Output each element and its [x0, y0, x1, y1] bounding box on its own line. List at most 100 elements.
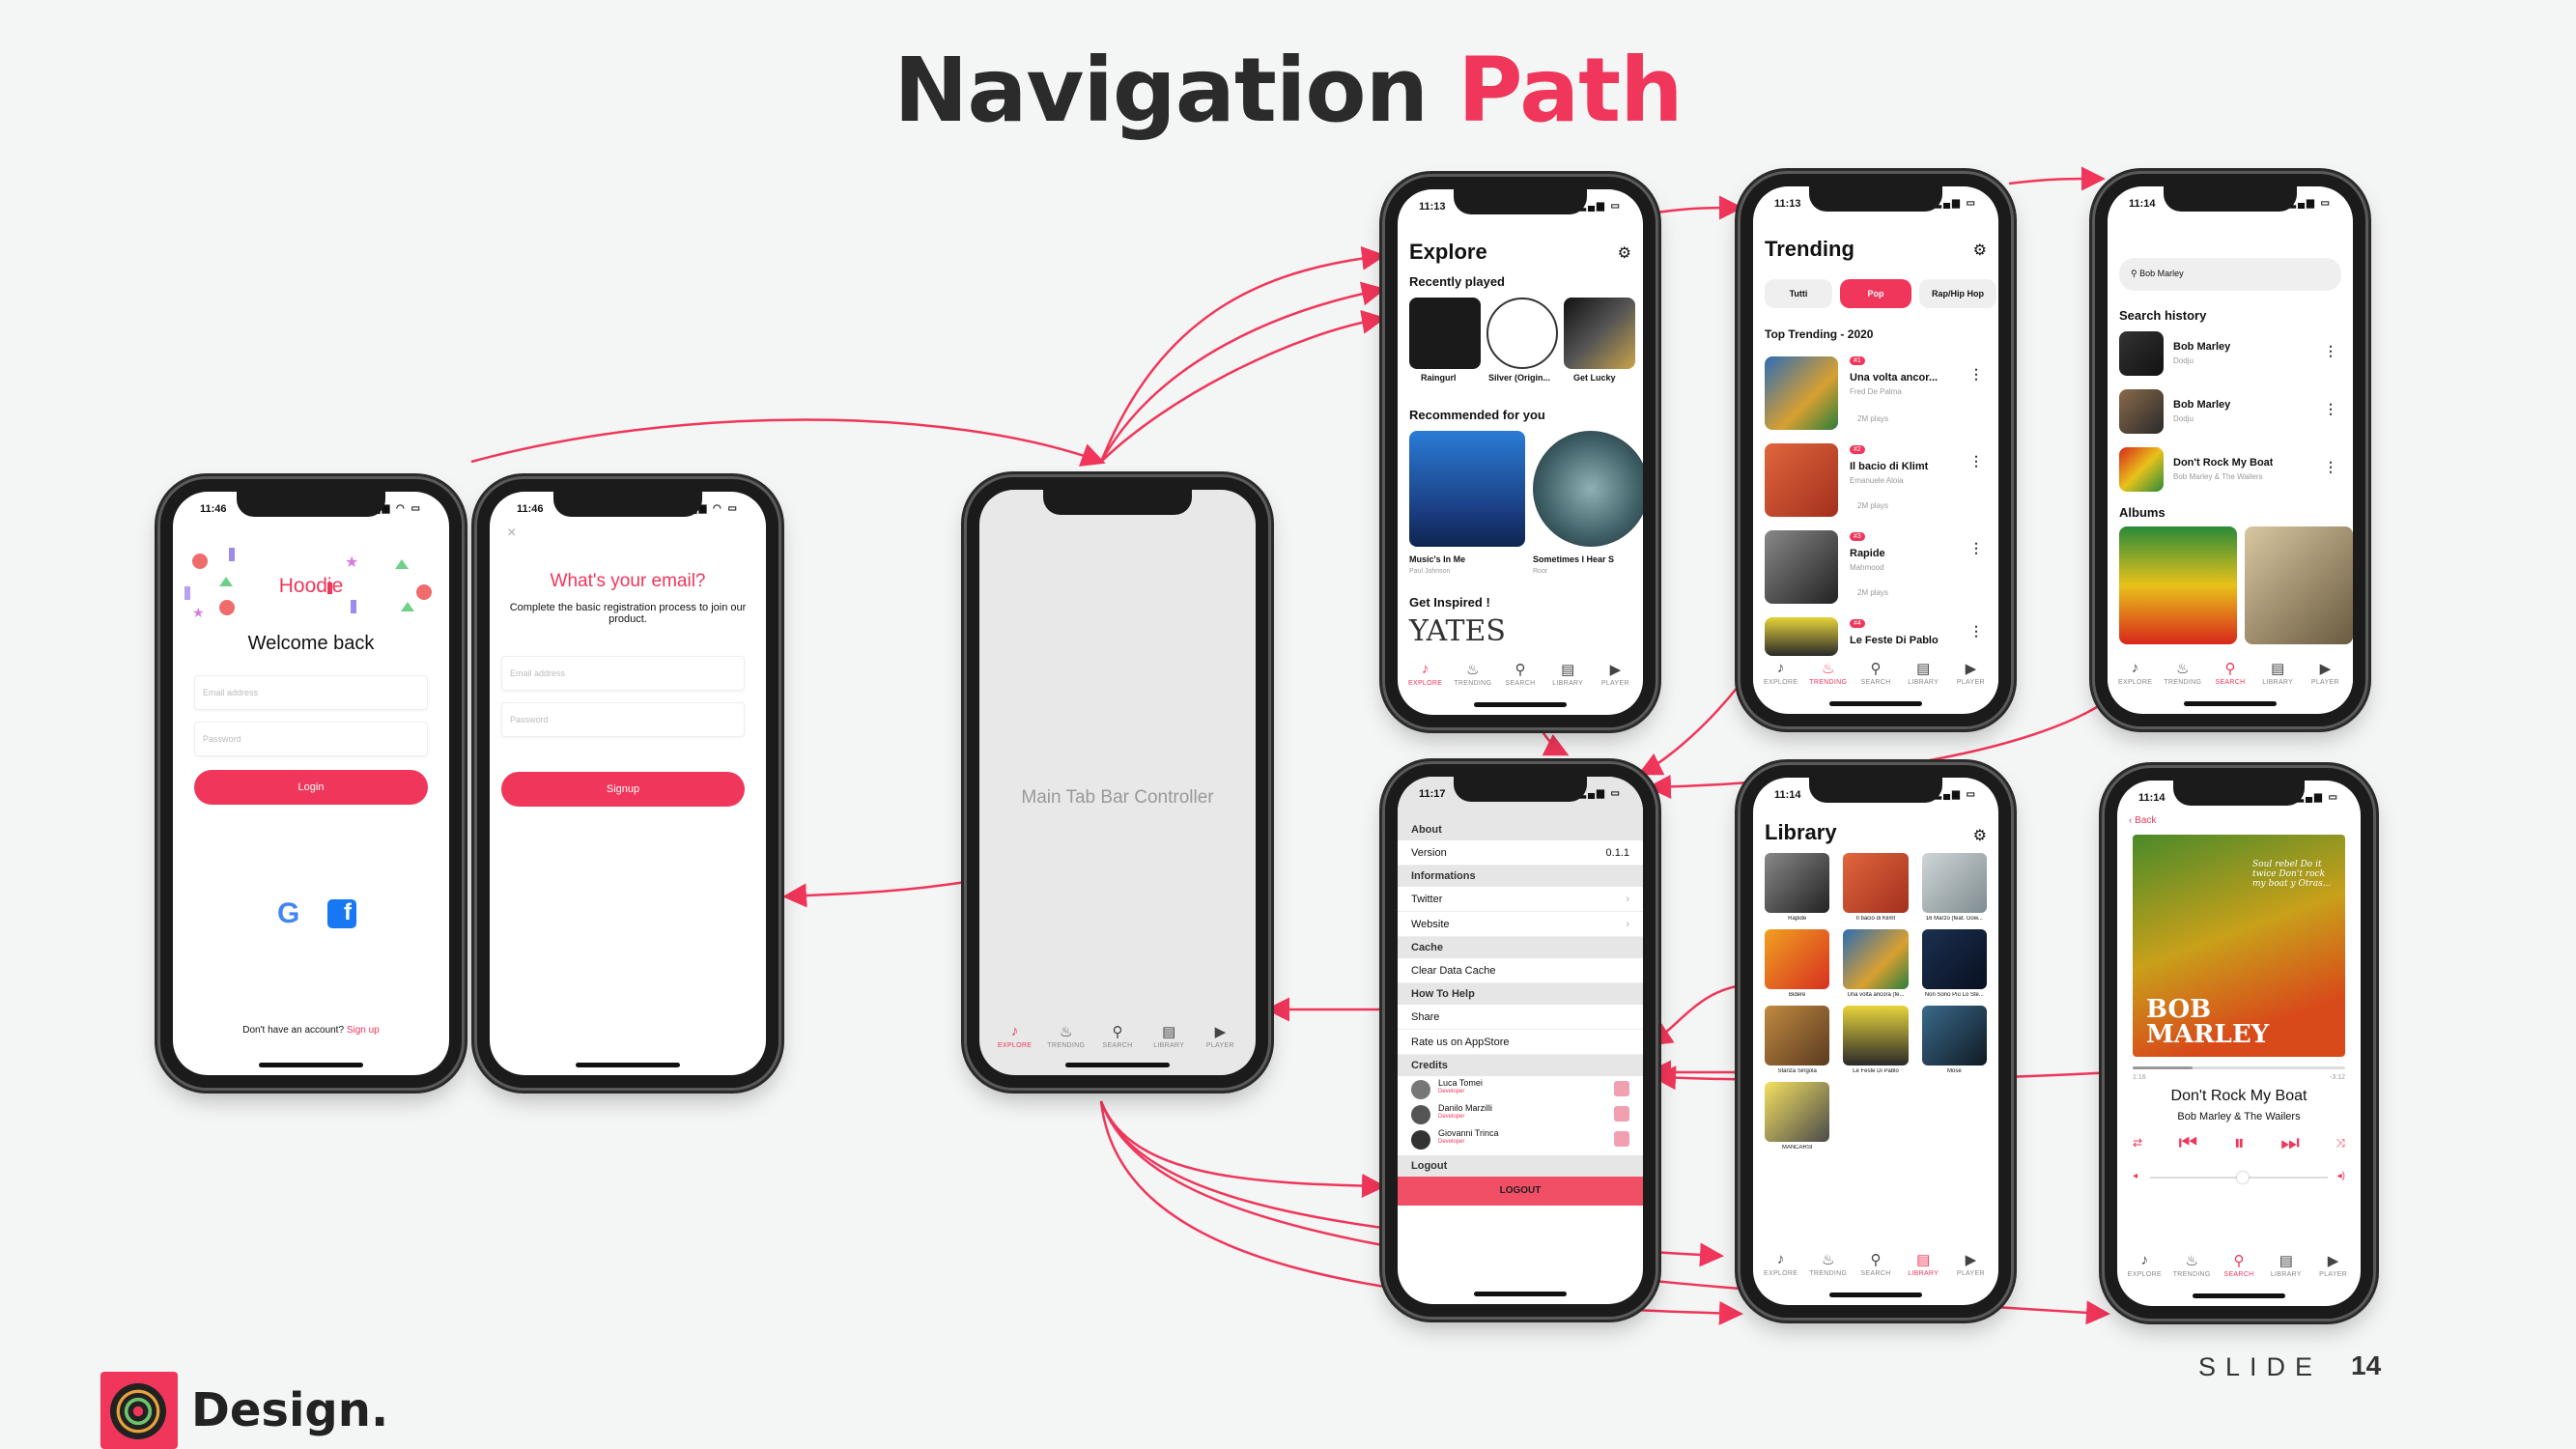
shuffle-icon[interactable]: ⤨	[2335, 1136, 2345, 1151]
tab-library[interactable]: ▤ LIBRARY	[2265, 1252, 2307, 1278]
tab-search[interactable]: ⚲ SEARCH	[2218, 1252, 2260, 1278]
row-rate[interactable]: Rate us on AppStore	[1398, 1030, 1643, 1055]
signup-button[interactable]: Signup	[501, 772, 745, 807]
gear-icon[interactable]: ⚙	[1973, 241, 1987, 260]
row-website[interactable]: Website ›	[1398, 912, 1643, 937]
chip-tutti[interactable]: Tutti	[1765, 279, 1832, 308]
album-cover-2[interactable]	[2245, 526, 2353, 644]
library-item[interactable]: Il bacio di Klimt	[1843, 853, 1909, 922]
recent-cover-3[interactable]	[1564, 298, 1635, 369]
tab-player[interactable]: ▶ PLAYER	[2304, 660, 2346, 686]
chip-rap[interactable]: Rap/Hip Hop	[1919, 279, 1996, 308]
recent-cover-2[interactable]	[1486, 298, 1558, 369]
library-item[interactable]: MANCARSI	[1765, 1082, 1830, 1151]
library-item[interactable]: Rapide	[1765, 853, 1830, 922]
tab-explore[interactable]: ♪ EXPLORE	[1404, 661, 1447, 687]
signup-password-field[interactable]: Password	[501, 702, 745, 737]
history-cover-1[interactable]	[2119, 331, 2164, 376]
pause-icon[interactable]: ⏸	[2234, 1130, 2245, 1155]
credit-row[interactable]: Luca Tomei Developer	[1411, 1078, 1629, 1101]
tab-explore[interactable]: ♪ EXPLORE	[1760, 660, 1802, 686]
volume-knob[interactable]	[2236, 1172, 2249, 1183]
more-icon[interactable]: ⋮	[1969, 540, 1983, 556]
library-item[interactable]: Non Sono Più Lo Ste...	[1921, 929, 1987, 998]
tab-trending[interactable]: ♨ TRENDING	[1807, 660, 1850, 686]
tab-search[interactable]: ⚲ SEARCH	[1499, 661, 1542, 687]
album-cover-1[interactable]	[2119, 526, 2237, 644]
progress-track[interactable]	[2133, 1066, 2345, 1069]
tab-player[interactable]: ▶ PLAYER	[1949, 1251, 1992, 1277]
trending-cover-3[interactable]	[1765, 530, 1838, 604]
tab-library[interactable]: ▤ LIBRARY	[1902, 1251, 1944, 1277]
tab-explore[interactable]: ♪ EXPLORE	[2114, 660, 2157, 686]
tab-explore[interactable]: ♪ EXPLORE	[2123, 1252, 2166, 1278]
history-cover-3[interactable]	[2119, 447, 2164, 492]
row-twitter[interactable]: Twitter ›	[1398, 887, 1643, 912]
tab-library[interactable]: ▤ LIBRARY	[1902, 660, 1944, 686]
credit-row[interactable]: Danilo Marzilli Developer	[1411, 1103, 1629, 1126]
tab-search[interactable]: ⚲ SEARCH	[1096, 1023, 1139, 1049]
row-clear-cache[interactable]: Clear Data Cache	[1398, 958, 1643, 983]
google-icon[interactable]: G	[277, 897, 299, 930]
trending-cover-4[interactable]	[1765, 617, 1838, 656]
next-icon[interactable]: ⏭	[2280, 1130, 2300, 1155]
library-item[interactable]: Stanza Singola	[1765, 1006, 1830, 1074]
tab-player[interactable]: ▶ PLAYER	[2312, 1252, 2355, 1278]
back-button[interactable]: ‹ Back	[2129, 815, 2156, 826]
more-icon[interactable]: ⋮	[1969, 453, 1983, 469]
inspired-banner[interactable]: YATES	[1409, 614, 1506, 648]
library-item[interactable]: Una volta ancora (fe...	[1843, 929, 1909, 998]
tab-library[interactable]: ▤ LIBRARY	[2256, 660, 2299, 686]
tab-trending[interactable]: ♨ TRENDING	[2162, 660, 2204, 686]
trending-cover-1[interactable]	[1765, 356, 1838, 430]
close-icon[interactable]: ×	[507, 525, 516, 542]
trending-cover-2[interactable]	[1765, 443, 1838, 517]
library-item[interactable]: Le Feste Di Pablo	[1843, 1006, 1909, 1074]
github-icon[interactable]	[1614, 1131, 1629, 1147]
volume-slider[interactable]	[2150, 1172, 2328, 1183]
library-item[interactable]: Bidere	[1765, 929, 1830, 998]
rec-cover-2[interactable]	[1533, 431, 1643, 547]
signup-link[interactable]: Sign up	[347, 1025, 380, 1036]
chip-pop[interactable]: Pop	[1840, 279, 1911, 308]
tab-trending[interactable]: ♨ TRENDING	[2170, 1252, 2213, 1278]
signup-email-field[interactable]: Email address	[501, 656, 745, 691]
recent-cover-1[interactable]	[1409, 298, 1481, 369]
tab-trending[interactable]: ♨ TRENDING	[1807, 1251, 1850, 1277]
library-item[interactable]: 16 Marzo (feat. Gow...	[1921, 853, 1987, 922]
password-field[interactable]: Password	[194, 722, 428, 756]
more-icon[interactable]: ⋮	[1969, 623, 1983, 639]
tab-player[interactable]: ▶ PLAYER	[1949, 660, 1992, 686]
gear-icon[interactable]: ⚙	[1973, 826, 1987, 845]
facebook-icon[interactable]: f	[327, 899, 356, 928]
tab-search[interactable]: ⚲ SEARCH	[2209, 660, 2251, 686]
tab-explore[interactable]: ♪ EXPLORE	[994, 1023, 1036, 1049]
more-icon[interactable]: ⋮	[2324, 459, 2337, 475]
github-icon[interactable]	[1614, 1106, 1629, 1122]
more-icon[interactable]: ⋮	[2324, 343, 2337, 359]
logout-button[interactable]: LOGOUT	[1398, 1177, 1643, 1206]
tab-player[interactable]: ▶ PLAYER	[1199, 1023, 1241, 1049]
rec-cover-1[interactable]	[1409, 431, 1525, 547]
tab-trending[interactable]: ♨ TRENDING	[1452, 661, 1494, 687]
tab-search[interactable]: ⚲ SEARCH	[1854, 660, 1897, 686]
more-icon[interactable]: ⋮	[2324, 401, 2337, 417]
email-field[interactable]: Email address	[194, 675, 428, 710]
tab-search[interactable]: ⚲ SEARCH	[1854, 1251, 1897, 1277]
more-icon[interactable]: ⋮	[1969, 366, 1983, 383]
tab-player[interactable]: ▶ PLAYER	[1594, 661, 1636, 687]
previous-icon[interactable]: ⏮	[2178, 1130, 2197, 1155]
tab-library[interactable]: ▤ LIBRARY	[1546, 661, 1589, 687]
search-bar[interactable]: ⚲ Bob Marley	[2119, 258, 2341, 291]
repeat-icon[interactable]: ⇄	[2133, 1136, 2142, 1150]
history-cover-2[interactable]	[2119, 389, 2164, 434]
tab-explore[interactable]: ♪ EXPLORE	[1760, 1251, 1802, 1277]
github-icon[interactable]	[1614, 1081, 1629, 1096]
library-item[interactable]: Mosé	[1921, 1006, 1987, 1074]
login-button[interactable]: Login	[194, 770, 428, 805]
credit-row[interactable]: Giovanni Trinca Developer	[1411, 1128, 1629, 1151]
tab-library[interactable]: ▤ LIBRARY	[1147, 1023, 1190, 1049]
tab-trending[interactable]: ♨ TRENDING	[1045, 1023, 1088, 1049]
gear-icon[interactable]: ⚙	[1618, 243, 1631, 263]
row-share[interactable]: Share	[1398, 1005, 1643, 1030]
